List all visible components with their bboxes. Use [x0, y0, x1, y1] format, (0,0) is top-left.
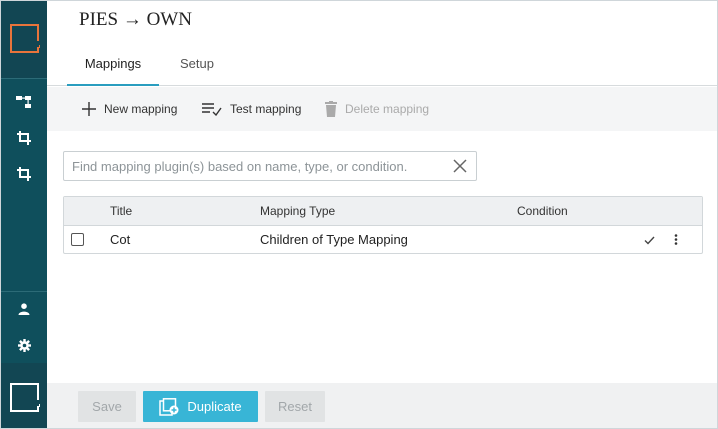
- delete-mapping-button[interactable]: Delete mapping: [325, 87, 429, 131]
- delete-mapping-label: Delete mapping: [345, 102, 430, 116]
- table-row[interactable]: Cot Children of Type Mapping: [64, 226, 702, 254]
- duplicate-label: Duplicate: [187, 399, 242, 414]
- tab-setup[interactable]: Setup: [173, 49, 221, 86]
- test-mapping-button[interactable]: Test mapping: [202, 87, 301, 131]
- row-title: Cot: [110, 232, 131, 247]
- user-icon[interactable]: [1, 295, 47, 323]
- new-mapping-button[interactable]: New mapping: [82, 87, 177, 131]
- check-icon: [644, 235, 655, 247]
- table-header: Title Mapping Type Condition: [64, 197, 702, 226]
- reset-button[interactable]: Reset: [265, 391, 325, 422]
- mappings-table: Title Mapping Type Condition Cot Childre…: [63, 196, 703, 254]
- duplicate-icon: [159, 397, 179, 416]
- save-button[interactable]: Save: [78, 391, 136, 422]
- search-box: [63, 151, 477, 181]
- new-mapping-label: New mapping: [104, 102, 178, 116]
- footer-actions: Save Duplicate Reset: [47, 383, 717, 428]
- row-mapping-type: Children of Type Mapping: [260, 232, 408, 247]
- search-input[interactable]: [64, 158, 444, 174]
- test-mapping-label: Test mapping: [230, 102, 302, 116]
- plus-icon: [82, 102, 96, 116]
- app-logo[interactable]: [1, 1, 47, 79]
- close-icon[interactable]: [452, 158, 468, 174]
- more-vertical-icon[interactable]: [674, 234, 678, 246]
- tab-bar: Mappings Setup: [47, 49, 717, 86]
- gear-icon[interactable]: [1, 331, 47, 359]
- sidebar: [1, 1, 47, 428]
- tab-mappings[interactable]: Mappings: [67, 49, 159, 86]
- list-check-icon: [202, 102, 222, 116]
- duplicate-button[interactable]: Duplicate: [143, 391, 258, 422]
- column-condition[interactable]: Condition: [517, 197, 568, 226]
- crop-icon[interactable]: [1, 160, 47, 188]
- toolbar: New mapping Test mapping Delete mapping: [47, 87, 717, 131]
- brand-logo: [1, 363, 47, 428]
- sidebar-divider: [1, 291, 47, 292]
- column-mapping-type[interactable]: Mapping Type: [260, 197, 335, 226]
- hierarchy-icon[interactable]: [1, 88, 47, 116]
- crop-icon[interactable]: [1, 124, 47, 152]
- column-title[interactable]: Title: [110, 197, 132, 226]
- trash-icon: [325, 101, 337, 117]
- row-checkbox[interactable]: [71, 233, 84, 246]
- page-title: PIES → OWN: [79, 9, 192, 30]
